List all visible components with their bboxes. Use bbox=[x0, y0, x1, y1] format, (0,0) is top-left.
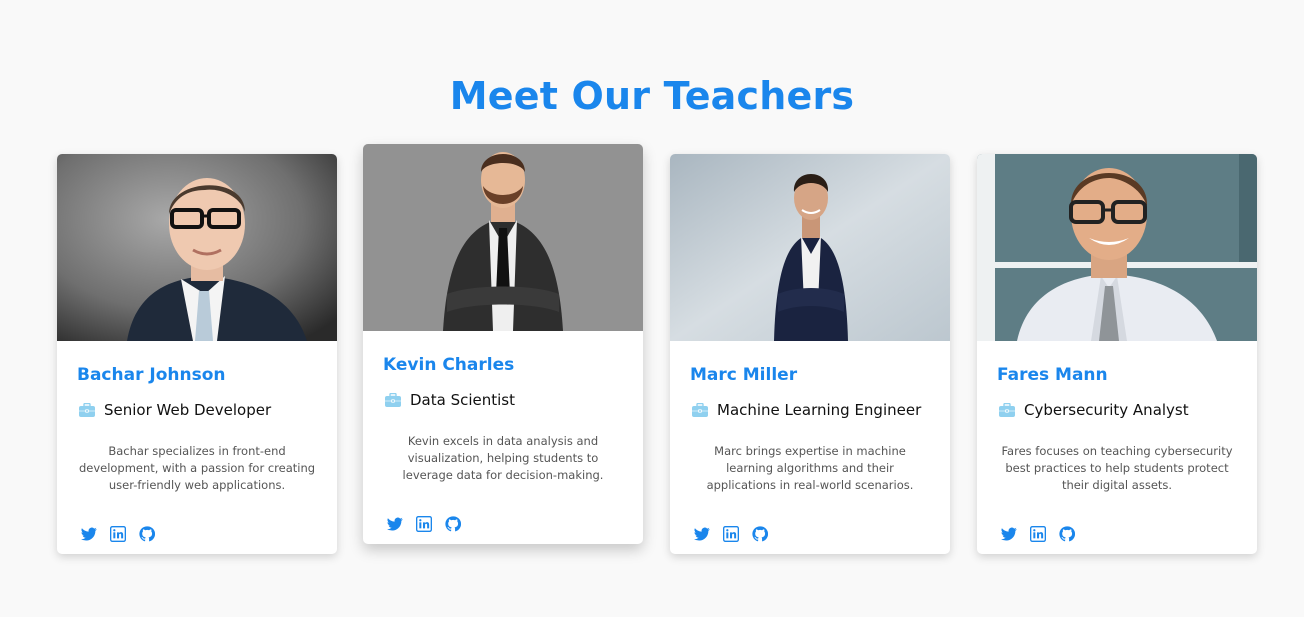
social-links bbox=[1001, 526, 1075, 542]
teacher-role-text: Data Scientist bbox=[410, 391, 515, 409]
github-icon[interactable] bbox=[752, 526, 768, 542]
teacher-description: Bachar specializes in front-end developm… bbox=[78, 444, 316, 492]
linkedin-icon[interactable] bbox=[416, 516, 432, 532]
social-links bbox=[387, 516, 461, 532]
twitter-icon[interactable] bbox=[694, 526, 710, 542]
teacher-role: Data Scientist bbox=[383, 391, 623, 409]
teacher-photo bbox=[57, 154, 337, 341]
teacher-card-body: Fares Mann Cybersecurity Analyst Fares f… bbox=[977, 341, 1257, 554]
linkedin-icon[interactable] bbox=[723, 526, 739, 542]
social-links bbox=[81, 526, 155, 542]
teacher-description: Kevin excels in data analysis and visual… bbox=[402, 434, 604, 482]
briefcase-icon bbox=[79, 403, 95, 417]
twitter-icon[interactable] bbox=[81, 526, 97, 542]
teacher-name: Kevin Charles bbox=[383, 355, 515, 375]
teacher-card: Fares Mann Cybersecurity Analyst Fares f… bbox=[977, 154, 1257, 554]
teacher-name: Fares Mann bbox=[997, 365, 1108, 385]
teacher-card: Marc Miller Machine Learning Engineer Ma… bbox=[670, 154, 950, 554]
teacher-role-text: Senior Web Developer bbox=[104, 401, 272, 419]
teacher-card-body: Kevin Charles Data Scientist Kevin excel… bbox=[363, 331, 643, 544]
section-title: Meet Our Teachers bbox=[449, 74, 855, 118]
twitter-icon[interactable] bbox=[1001, 526, 1017, 542]
teacher-description: Fares focuses on teaching cybersecurity … bbox=[1001, 444, 1233, 492]
twitter-icon[interactable] bbox=[387, 516, 403, 532]
teacher-card: Bachar Johnson Senior Web Developer Bach… bbox=[57, 154, 337, 554]
teacher-card: Kevin Charles Data Scientist Kevin excel… bbox=[363, 144, 643, 544]
briefcase-icon bbox=[692, 403, 708, 417]
linkedin-icon[interactable] bbox=[1030, 526, 1046, 542]
github-icon[interactable] bbox=[1059, 526, 1075, 542]
teacher-description: Marc brings expertise in machine learnin… bbox=[706, 444, 914, 492]
teacher-role-text: Machine Learning Engineer bbox=[717, 401, 922, 419]
briefcase-icon bbox=[385, 393, 401, 407]
social-links bbox=[694, 526, 768, 542]
teacher-role: Senior Web Developer bbox=[77, 401, 317, 419]
teacher-card-body: Marc Miller Machine Learning Engineer Ma… bbox=[670, 341, 950, 554]
teacher-card-body: Bachar Johnson Senior Web Developer Bach… bbox=[57, 341, 337, 554]
github-icon[interactable] bbox=[445, 516, 461, 532]
teacher-name: Bachar Johnson bbox=[77, 365, 226, 385]
teacher-photo bbox=[977, 154, 1257, 341]
teacher-photo bbox=[363, 144, 643, 331]
teacher-role: Machine Learning Engineer bbox=[690, 401, 930, 419]
github-icon[interactable] bbox=[139, 526, 155, 542]
linkedin-icon[interactable] bbox=[110, 526, 126, 542]
teacher-role: Cybersecurity Analyst bbox=[997, 401, 1237, 419]
briefcase-icon bbox=[999, 403, 1015, 417]
teachers-section: Meet Our Teachers Bachar Johnson Senior … bbox=[0, 0, 1304, 617]
teacher-name: Marc Miller bbox=[690, 365, 798, 385]
teacher-photo bbox=[670, 154, 950, 341]
teacher-role-text: Cybersecurity Analyst bbox=[1024, 401, 1189, 419]
